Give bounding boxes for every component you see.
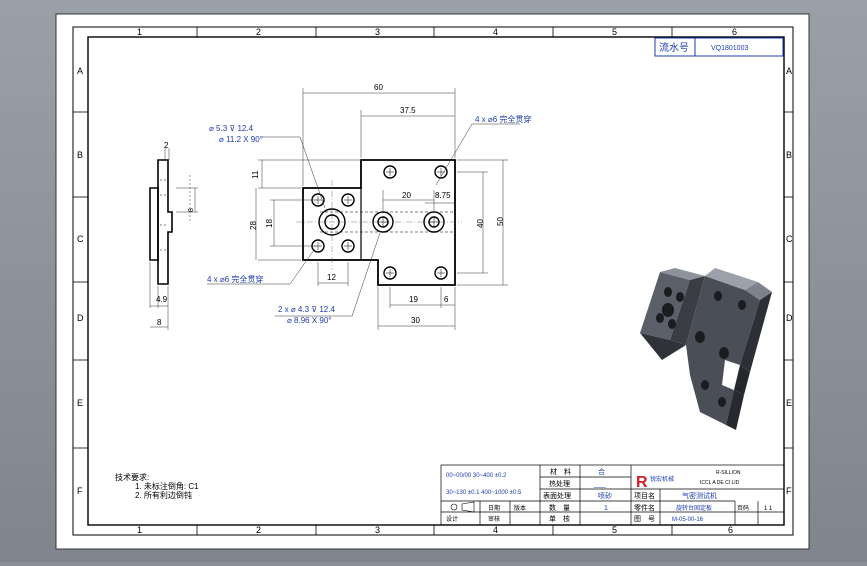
date-label: 日期: [488, 504, 500, 512]
check-label: 审核: [488, 515, 500, 523]
row-label-b-right: B: [786, 150, 792, 160]
col-label-1: 1: [137, 27, 142, 37]
scale-label: 单 核: [549, 514, 570, 523]
material-value: 合: [598, 467, 605, 476]
notes-title: 技术要求:: [115, 472, 149, 482]
dim-side-2: 2: [164, 141, 169, 150]
callout-counterbore-2: ⌀ 11.2 X 90°: [219, 135, 263, 144]
part-label: 零件名: [634, 503, 655, 512]
dim-19: 19: [409, 295, 418, 304]
row-label-e-right: E: [786, 398, 792, 408]
cad-viewport: 1 2 3 4 5 6 1 2 3 4 5 6 A B C D E F A B …: [0, 0, 867, 562]
serial-value: VQ1801003: [711, 45, 748, 52]
callout-counterbore-1: ⌀ 5.3 ⊽ 12.4: [209, 124, 254, 133]
notes-line-1: 1. 未标注倒角: C1: [135, 481, 199, 491]
dim-side-8: 8: [157, 318, 162, 327]
serial-label: 流水号: [659, 41, 689, 54]
drawing-canvas: 1 2 3 4 5 6 1 2 3 4 5 6 A B C D E F A B …: [55, 13, 810, 550]
design-label: 设计: [446, 515, 458, 523]
surface-value: 喷砂: [598, 491, 612, 500]
callout-holes-top: 4 x ⌀6 完全贯穿: [475, 114, 531, 124]
callout-holes-left: 4 x ⌀6 完全贯穿: [207, 274, 263, 284]
dim-30: 30: [411, 316, 420, 325]
drawing-value: M-05-00-16: [672, 517, 704, 523]
col-label-3: 3: [375, 27, 380, 37]
surface-label: 表面处理: [543, 491, 571, 500]
col-label-4: 4: [493, 27, 498, 37]
callout-csk-2: ⌀ 8.96 X 90°: [287, 316, 332, 325]
dim-28: 28: [249, 221, 258, 230]
col-label-6: 6: [732, 27, 737, 37]
row-label-d: D: [77, 313, 84, 323]
dim-11: 11: [251, 170, 260, 179]
machine-value: 气密测试机: [682, 491, 717, 500]
dim-8-75: 8.75: [435, 191, 451, 200]
rev-label: 版本: [514, 504, 526, 512]
sheet-value: 1 1: [764, 506, 773, 512]
row-label-f-right: F: [786, 486, 792, 496]
row-label-e: E: [77, 398, 83, 408]
col-label-5: 5: [612, 27, 617, 37]
col-label-6-bottom: 6: [728, 525, 733, 535]
row-label-a-right: A: [786, 66, 792, 76]
company-sub: ICCL A DE CI LID: [700, 480, 740, 486]
heat-value: ___: [593, 481, 606, 488]
col-label-3-bottom: 3: [375, 525, 380, 535]
dim-37-5: 37.5: [400, 106, 416, 115]
material-label: 材 料: [550, 467, 571, 476]
row-label-f: F: [77, 486, 83, 496]
col-label-4-bottom: 4: [493, 525, 498, 535]
callout-csk-1: 2 x ⌀ 4.3 ⊽ 12.4: [278, 305, 335, 314]
dim-60: 60: [374, 83, 383, 92]
logo-name: 锐宏机械: [650, 475, 674, 483]
heat-label: 热处理: [549, 479, 570, 488]
dim-50: 50: [496, 217, 505, 226]
row-label-b: B: [77, 150, 83, 160]
dim-12: 12: [327, 273, 336, 282]
dim-18: 18: [265, 219, 274, 228]
qty-value: 1: [604, 505, 608, 512]
sheet-label: 页码: [737, 504, 749, 512]
col-label-2: 2: [256, 27, 261, 37]
tolerance-line-2: 30~130 ±0.1 400~1000 ±0.5: [446, 490, 522, 496]
dim-40: 40: [476, 219, 485, 228]
machine-label: 项目名: [634, 491, 655, 500]
notes-line-2: 2. 所有利边倒钝: [135, 490, 192, 500]
row-label-c: C: [77, 234, 84, 244]
drawing-label: 图 号: [634, 515, 655, 523]
tolerance-line-1: 00~00/00 30~400 ±0.2: [446, 473, 507, 479]
col-label-2-bottom: 2: [256, 525, 261, 535]
col-label-1-bottom: 1: [137, 525, 142, 535]
company-name: R-SILLION: [716, 470, 741, 476]
col-label-5-bottom: 5: [612, 525, 617, 535]
dim-6: 6: [444, 295, 449, 304]
row-label-d-right: D: [786, 313, 793, 323]
dim-20: 20: [402, 191, 411, 200]
row-label-c-right: C: [786, 234, 793, 244]
logo-mark: R: [636, 474, 648, 491]
qty-label: 数 量: [549, 503, 570, 512]
dim-side-4-9: 4.9: [156, 295, 168, 304]
row-label-a: A: [77, 66, 83, 76]
dim-side-8v: 8: [188, 208, 195, 212]
part-value: 旋转台固定板: [676, 504, 712, 512]
